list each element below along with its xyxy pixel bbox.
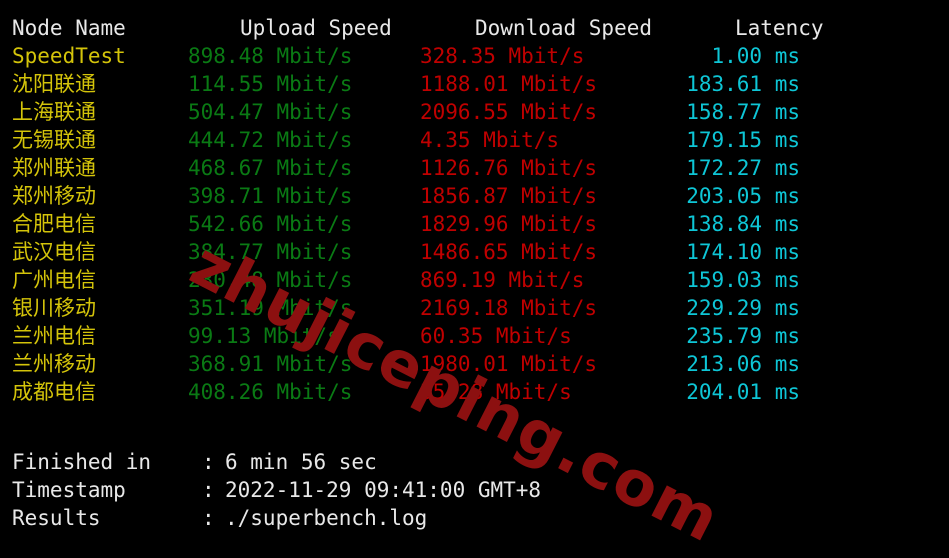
node-name-cell: SpeedTest xyxy=(12,44,126,68)
table-row: 无锡联通 444.72 Mbit/s 4.35 Mbit/s 179.15 ms xyxy=(0,126,949,154)
latency-cell: 179.15 ms xyxy=(686,128,800,152)
node-name-cell: 银川移动 xyxy=(12,296,96,320)
latency-cell: 229.29 ms xyxy=(686,296,800,320)
latency-cell: 235.79 ms xyxy=(686,324,800,348)
latency-cell: 158.77 ms xyxy=(686,100,800,124)
node-name-cell: 成都电信 xyxy=(12,380,96,404)
node-name-cell: 兰州移动 xyxy=(12,352,96,376)
latency-cell: 1.00 ms xyxy=(711,44,800,68)
download-speed-cell: 1980.01 Mbit/s xyxy=(420,352,598,376)
latency-cell: 138.84 ms xyxy=(686,212,800,236)
download-speed-cell: 60.35 Mbit/s xyxy=(420,324,572,348)
download-speed-cell: 1126.76 Mbit/s xyxy=(420,156,598,180)
table-row: 郑州联通 468.67 Mbit/s 1126.76 Mbit/s 172.27 ms xyxy=(0,154,949,182)
table-row: 广州电信 230.48 Mbit/s 869.19 Mbit/s 159.03 ms xyxy=(0,266,949,294)
divider-middle: - - - - - - - - - - - - - - - - - - - - … xyxy=(12,434,915,437)
column-header-upload-speed: Upload Speed xyxy=(240,16,392,40)
table-row: 兰州移动 368.91 Mbit/s 1980.01 Mbit/s 213.06 ms xyxy=(0,350,949,378)
node-name-cell: 合肥电信 xyxy=(12,212,96,236)
download-speed-cell: 2096.55 Mbit/s xyxy=(420,100,598,124)
latency-cell: 213.06 ms xyxy=(686,352,800,376)
download-speed-cell: 1486.65 Mbit/s xyxy=(420,240,598,264)
table-row: 武汉电信 384.77 Mbit/s 1486.65 Mbit/s 174.10 ms xyxy=(0,238,949,266)
summary-label: Timestamp xyxy=(12,478,126,502)
upload-speed-cell: 351.19 Mbit/s xyxy=(188,296,353,320)
table-row: 兰州电信 99.13 Mbit/s 60.35 Mbit/s 235.79 ms xyxy=(0,322,949,350)
node-name-cell: 无锡联通 xyxy=(12,128,96,152)
upload-speed-cell: 384.77 Mbit/s xyxy=(188,240,353,264)
upload-speed-cell: 504.47 Mbit/s xyxy=(188,100,353,124)
download-speed-cell: 1856.87 Mbit/s xyxy=(420,184,598,208)
summary-label: Results xyxy=(12,506,101,530)
download-speed-cell: 1188.01 Mbit/s xyxy=(420,72,598,96)
table-row: 郑州移动 398.71 Mbit/s 1856.87 Mbit/s 203.05 ms xyxy=(0,182,949,210)
table-row: 上海联通 504.47 Mbit/s 2096.55 Mbit/s 158.77 ms xyxy=(0,98,949,126)
node-name-cell: 郑州移动 xyxy=(12,184,96,208)
summary-separator: : xyxy=(202,450,215,474)
download-speed-cell: 35.28 Mbit/s xyxy=(420,380,572,404)
table-header-row: Node Name Upload Speed Download Speed La… xyxy=(0,14,949,42)
table-row: 合肥电信 542.66 Mbit/s 1829.96 Mbit/s 138.84 ms xyxy=(0,210,949,238)
latency-cell: 204.01 ms xyxy=(686,380,800,404)
upload-speed-cell: 542.66 Mbit/s xyxy=(188,212,353,236)
upload-speed-cell: 99.13 Mbit/s xyxy=(188,324,340,348)
summary-separator: : xyxy=(202,478,215,502)
summary-separator: : xyxy=(202,506,215,530)
upload-speed-cell: 444.72 Mbit/s xyxy=(188,128,353,152)
upload-speed-cell: 368.91 Mbit/s xyxy=(188,352,353,376)
terminal-window: - - - - - - - - - - - - - - - - - - - - … xyxy=(0,0,949,558)
download-speed-cell: 869.19 Mbit/s xyxy=(420,268,585,292)
summary-value: 6 min 56 sec xyxy=(225,450,377,474)
latency-cell: 159.03 ms xyxy=(686,268,800,292)
upload-speed-cell: 398.71 Mbit/s xyxy=(188,184,353,208)
latency-cell: 203.05 ms xyxy=(686,184,800,208)
summary-value: 2022-11-29 09:41:00 GMT+8 xyxy=(225,478,542,502)
node-name-cell: 上海联通 xyxy=(12,100,96,124)
upload-speed-cell: 230.48 Mbit/s xyxy=(188,268,353,292)
download-speed-cell: 4.35 Mbit/s xyxy=(420,128,560,152)
download-speed-cell: 1829.96 Mbit/s xyxy=(420,212,598,236)
latency-cell: 183.61 ms xyxy=(686,72,800,96)
node-name-cell: 武汉电信 xyxy=(12,240,96,264)
upload-speed-cell: 408.26 Mbit/s xyxy=(188,380,353,404)
node-name-cell: 沈阳联通 xyxy=(12,72,96,96)
upload-speed-cell: 898.48 Mbit/s xyxy=(188,44,353,68)
upload-speed-cell: 114.55 Mbit/s xyxy=(188,72,353,96)
table-row: 成都电信 408.26 Mbit/s 35.28 Mbit/s 204.01 ms xyxy=(0,378,949,406)
table-row: 沈阳联通 114.55 Mbit/s 1188.01 Mbit/s 183.61 ms xyxy=(0,70,949,98)
latency-cell: 172.27 ms xyxy=(686,156,800,180)
latency-cell: 174.10 ms xyxy=(686,240,800,264)
download-speed-cell: 2169.18 Mbit/s xyxy=(420,296,598,320)
download-speed-cell: 328.35 Mbit/s xyxy=(420,44,585,68)
column-header-node-name: Node Name xyxy=(12,16,126,40)
table-row: 银川移动 351.19 Mbit/s 2169.18 Mbit/s 229.29 ms xyxy=(0,294,949,322)
summary-value: ./superbench.log xyxy=(225,506,428,530)
upload-speed-cell: 468.67 Mbit/s xyxy=(188,156,353,180)
node-name-cell: 兰州电信 xyxy=(12,324,96,348)
node-name-cell: 郑州联通 xyxy=(12,156,96,180)
column-header-latency: Latency xyxy=(735,16,824,40)
table-row: SpeedTest 898.48 Mbit/s 328.35 Mbit/s 1.00 … xyxy=(0,42,949,70)
node-name-cell: 广州电信 xyxy=(12,268,96,292)
summary-label: Finished in xyxy=(12,450,152,474)
column-header-download-speed: Download Speed xyxy=(475,16,653,40)
divider-bottom: - - - - - - - - - - - - - - - - - - - - … xyxy=(12,549,915,552)
divider-top: - - - - - - - - - - - - - - - - - - - - … xyxy=(12,2,915,6)
speedtest-results-table: Node Name Upload Speed Download Speed La… xyxy=(0,14,949,406)
